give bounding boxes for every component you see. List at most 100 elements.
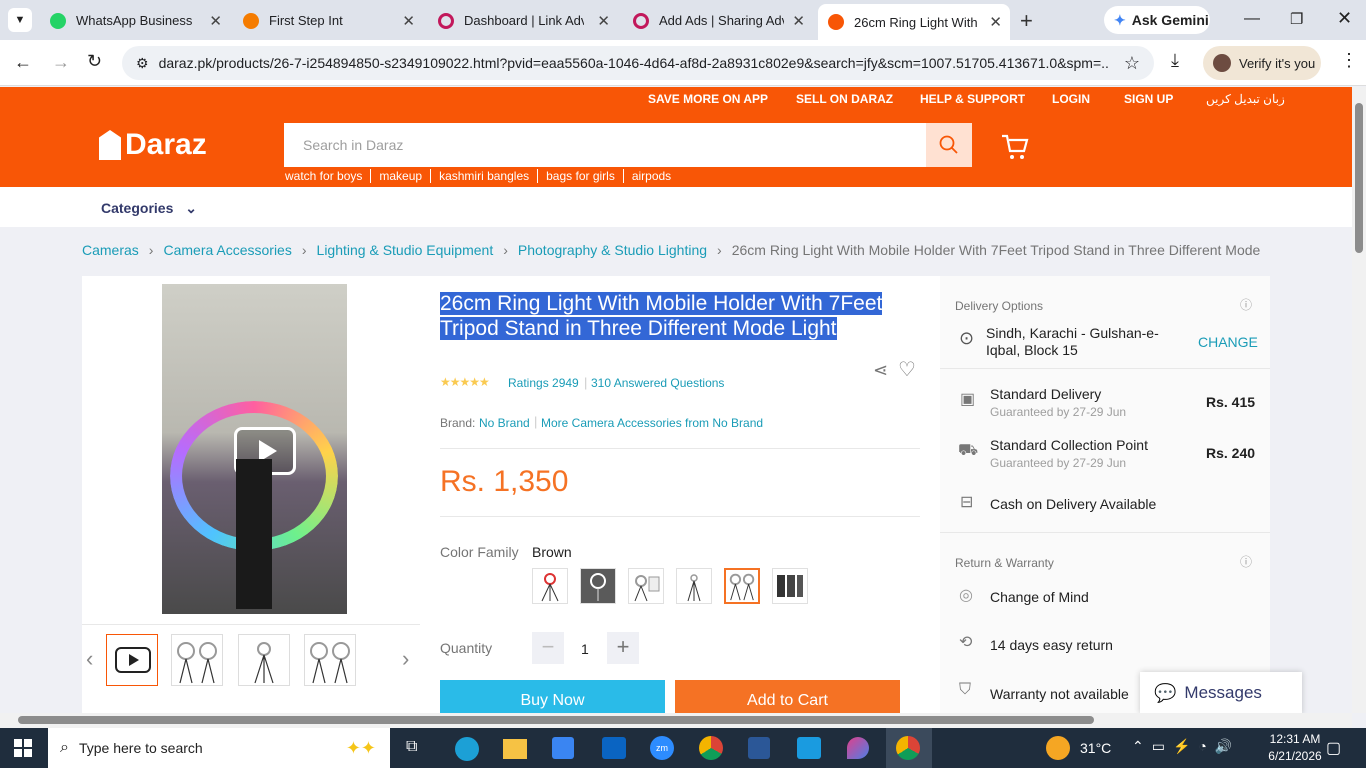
menu-icon[interactable]: ⋮: [1340, 50, 1358, 71]
info-icon[interactable]: ⓘ: [1240, 553, 1252, 570]
browser-toolbar: ← → ↻ ⚙ daraz.pk/products/26-7-i25489485…: [0, 40, 1366, 86]
hot-word[interactable]: kashmiri bangles: [431, 169, 539, 183]
close-window-button[interactable]: ✕: [1337, 8, 1352, 29]
weather-icon[interactable]: [1046, 736, 1070, 760]
standard-delivery-price: Rs. 415: [1206, 394, 1256, 410]
categories-menu[interactable]: Categories ⌄: [101, 200, 197, 217]
download-icon[interactable]: ⤓: [1171, 50, 1179, 71]
color-swatch[interactable]: [676, 568, 712, 604]
color-swatch[interactable]: [532, 568, 568, 604]
breadcrumb-link[interactable]: Cameras: [82, 242, 139, 258]
breadcrumb-link[interactable]: Lighting & Studio Equipment: [317, 242, 494, 258]
calendar-app-icon[interactable]: [797, 737, 821, 759]
close-icon[interactable]: ✕: [209, 12, 222, 30]
chrome-icon[interactable]: [699, 736, 723, 760]
hot-word[interactable]: watch for boys: [285, 169, 372, 183]
taskbar-search[interactable]: ⌕ Type here to search ✦✦: [48, 728, 390, 768]
heart-icon[interactable]: ♡: [898, 357, 916, 382]
image-thumbnail[interactable]: [304, 634, 356, 686]
restore-button[interactable]: ❐: [1290, 10, 1303, 28]
hot-word[interactable]: bags for girls: [538, 169, 624, 183]
quantity-value[interactable]: 1: [581, 641, 589, 657]
breadcrumb-link[interactable]: Photography & Studio Lighting: [518, 242, 707, 258]
close-icon[interactable]: ✕: [402, 12, 415, 30]
clock[interactable]: 12:31 AM 6/21/2026: [1266, 731, 1324, 765]
star-icon[interactable]: ☆: [1124, 53, 1140, 74]
help-link[interactable]: HELP & SUPPORT: [920, 92, 1025, 106]
search-button[interactable]: [926, 123, 972, 167]
product-image[interactable]: [162, 284, 347, 614]
breadcrumb-link[interactable]: Camera Accessories: [163, 242, 291, 258]
minimize-button[interactable]: —: [1244, 10, 1260, 28]
chrome-active-icon[interactable]: [886, 728, 932, 768]
task-view-icon[interactable]: ⧉: [406, 738, 417, 756]
close-icon[interactable]: ✕: [597, 12, 610, 30]
language-link[interactable]: زبان تبدیل کریں: [1206, 92, 1285, 106]
new-tab-button[interactable]: +: [1020, 8, 1033, 34]
edge-icon[interactable]: [455, 737, 479, 761]
tab-first-step[interactable]: First Step Int ✕: [233, 7, 423, 34]
save-more-link[interactable]: SAVE MORE ON APP: [648, 92, 768, 106]
vertical-scrollbar[interactable]: [1352, 87, 1366, 713]
info-icon[interactable]: ⓘ: [1240, 296, 1252, 313]
buy-now-button[interactable]: Buy Now: [440, 680, 665, 713]
signup-link[interactable]: SIGN UP: [1124, 92, 1173, 106]
color-swatch-selected[interactable]: [724, 568, 760, 604]
file-explorer-icon[interactable]: [503, 739, 527, 759]
outlook-icon[interactable]: [602, 737, 626, 759]
quantity-increase-button[interactable]: +: [607, 632, 639, 664]
answered-questions-link[interactable]: 310 Answered Questions: [591, 376, 724, 390]
video-thumbnail[interactable]: [106, 634, 158, 686]
ratings-link[interactable]: Ratings 2949: [508, 376, 579, 390]
daraz-logo[interactable]: Daraz: [99, 128, 207, 162]
store-icon[interactable]: [552, 737, 574, 759]
color-swatch[interactable]: [772, 568, 808, 604]
word-icon[interactable]: [748, 737, 770, 759]
image-thumbnail[interactable]: [171, 634, 223, 686]
site-info-icon[interactable]: ⚙: [136, 55, 149, 72]
forward-button[interactable]: →: [52, 52, 70, 73]
login-link[interactable]: LOGIN: [1052, 92, 1090, 106]
verify-button[interactable]: Verify it's you: [1203, 46, 1321, 80]
gemini-button[interactable]: ✦ Ask Gemini: [1104, 6, 1210, 34]
color-family-value: Brown: [532, 544, 572, 560]
search-input[interactable]: [284, 123, 928, 167]
brand-link[interactable]: No Brand: [479, 416, 530, 430]
hot-word[interactable]: makeup: [371, 169, 432, 183]
color-swatch[interactable]: [628, 568, 664, 604]
back-button[interactable]: ←: [14, 52, 32, 73]
chevron-right-icon[interactable]: ›: [402, 646, 409, 672]
separator: |: [584, 375, 588, 390]
zoom-icon[interactable]: zm: [650, 736, 674, 760]
address-bar[interactable]: ⚙ daraz.pk/products/26-7-i254894850-s234…: [122, 46, 1154, 80]
sell-link[interactable]: SELL ON DARAZ: [796, 92, 893, 106]
windows-start-icon[interactable]: [14, 739, 32, 757]
weather-temp[interactable]: 31°C: [1080, 740, 1111, 756]
image-thumbnail[interactable]: [238, 634, 290, 686]
color-swatch[interactable]: [580, 568, 616, 604]
tray-icons[interactable]: ⌃▭⚡◔🔊: [1132, 738, 1240, 755]
tab-add-ads[interactable]: Add Ads | Sharing Adve ✕: [623, 7, 813, 34]
reload-button[interactable]: ↻: [87, 51, 102, 72]
sparkle-icon: ✦✦: [345, 737, 376, 758]
quantity-decrease-button[interactable]: −: [532, 632, 564, 664]
cart-icon[interactable]: [1000, 133, 1030, 164]
chevron-left-icon[interactable]: ‹: [86, 646, 93, 672]
tab-dashboard[interactable]: Dashboard | Link Adver ✕: [428, 7, 618, 34]
change-location-link[interactable]: CHANGE: [1198, 334, 1258, 350]
notification-icon[interactable]: ▢: [1326, 738, 1341, 758]
brand-label: Brand:: [440, 416, 476, 430]
share-icon[interactable]: ⋖: [873, 360, 888, 381]
add-to-cart-button[interactable]: Add to Cart: [675, 680, 900, 713]
maps-icon[interactable]: [847, 737, 869, 759]
hot-word[interactable]: airpods: [624, 169, 679, 183]
tab-search-button[interactable]: ▼: [8, 8, 32, 32]
more-from-brand-link[interactable]: More Camera Accessories from No Brand: [541, 416, 763, 430]
horizontal-scrollbar[interactable]: [0, 713, 1352, 728]
tab-daraz-active[interactable]: 26cm Ring Light With M ✕: [818, 4, 1010, 40]
messages-button[interactable]: 💬 Messages: [1140, 672, 1302, 714]
close-icon[interactable]: ✕: [792, 12, 805, 30]
return-icon: ⟲: [959, 634, 973, 651]
tab-whatsapp[interactable]: WhatsApp Business ✕: [40, 7, 230, 34]
close-icon[interactable]: ✕: [989, 13, 1002, 31]
